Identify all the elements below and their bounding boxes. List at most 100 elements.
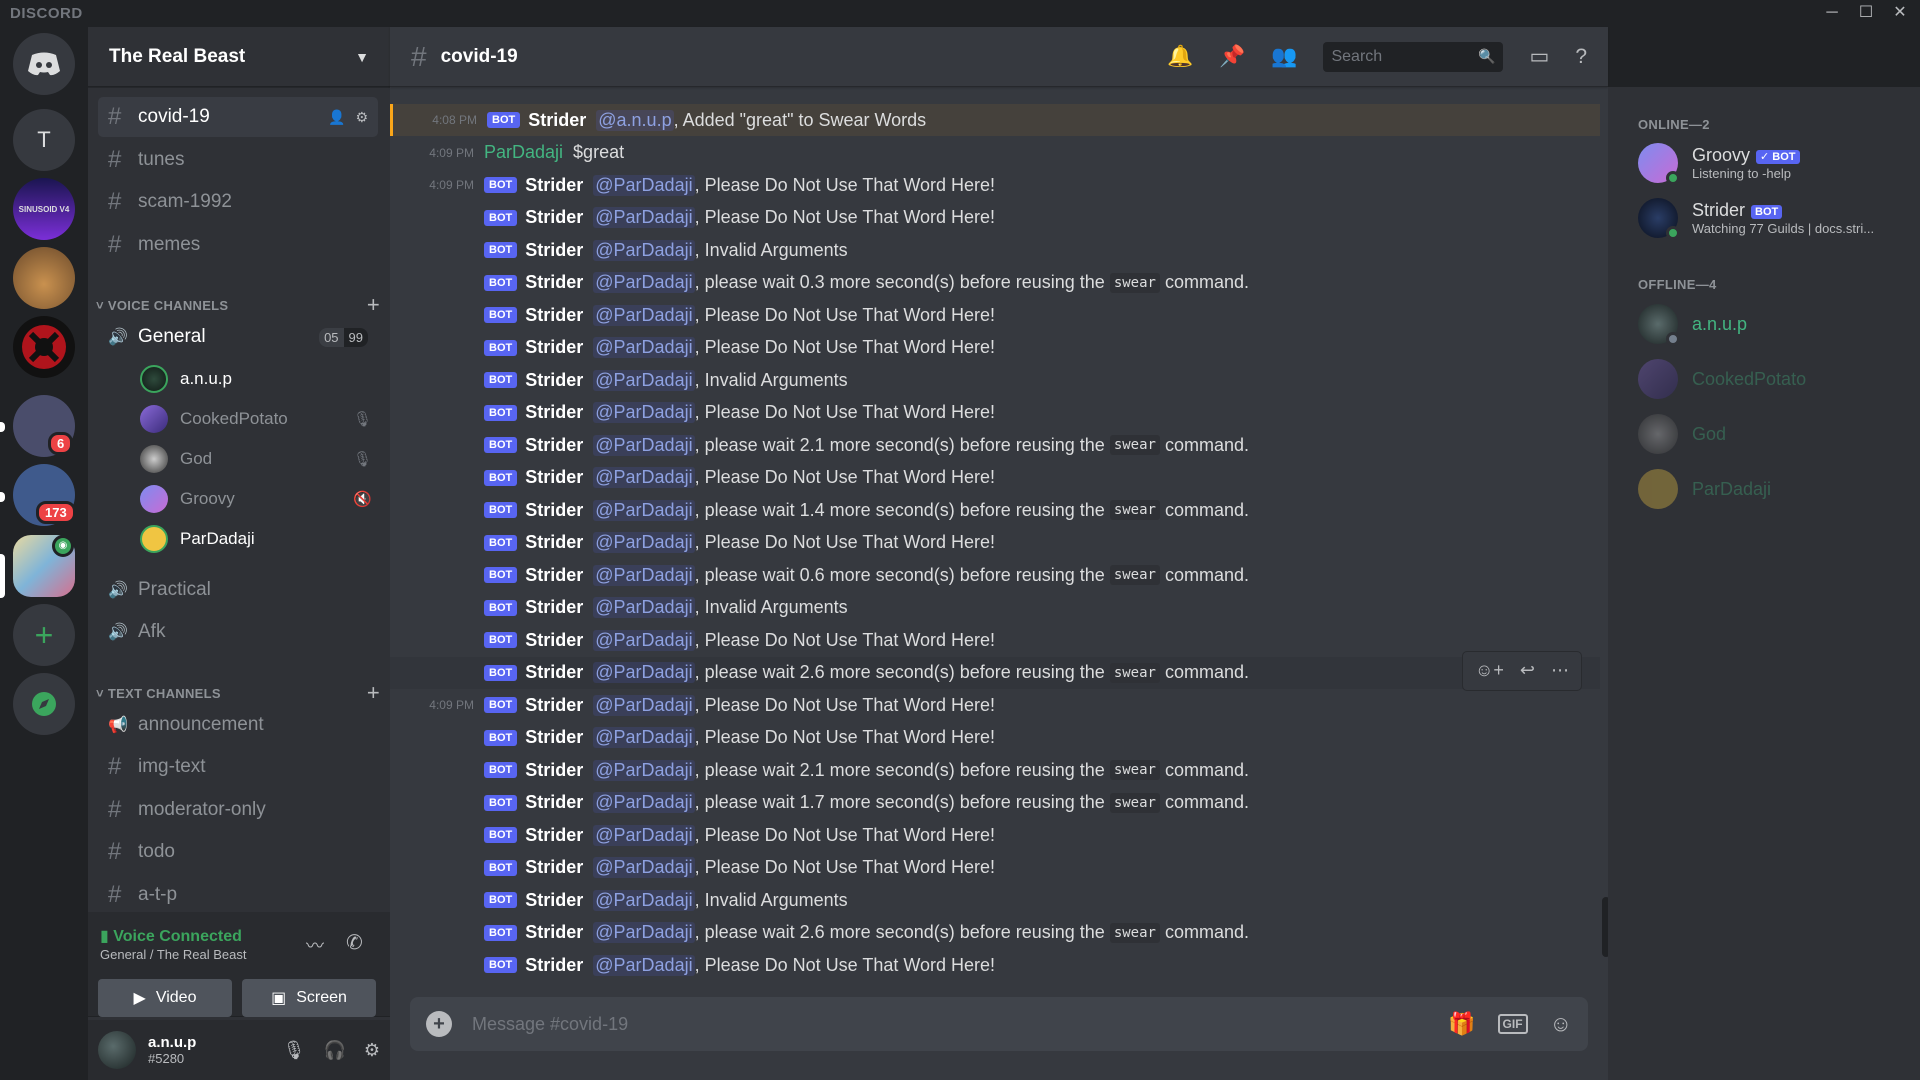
channel-img-text[interactable]: # img-text <box>98 747 378 787</box>
message-author[interactable]: Strider <box>525 370 583 391</box>
message-row[interactable]: BOT Strider @ParDadaji, Please Do Not Use … <box>390 949 1600 981</box>
voice-user[interactable]: Groovy 🔇 <box>140 482 380 516</box>
text-channels-category[interactable]: ˅ TEXT CHANNELS + <box>96 680 386 706</box>
message-row[interactable]: 4:09 PM BOT Strider @ParDadaji, Please Do N… <box>390 169 1600 201</box>
user-mention[interactable]: @ParDadaji <box>593 857 695 878</box>
message-row[interactable]: BOT Strider @ParDadaji, Please Do Not Use … <box>390 202 1600 234</box>
video-button[interactable]: ▶ Video <box>98 979 232 1017</box>
message-row[interactable]: 4:08 PM BOT Strider @a.n.u.p, Added "great"… <box>390 104 1600 136</box>
channel-memes[interactable]: # memes <box>98 225 378 265</box>
user-mention[interactable]: @ParDadaji <box>593 207 695 228</box>
message-author[interactable]: Strider <box>525 825 583 846</box>
message-author[interactable]: Strider <box>525 467 583 488</box>
message-row[interactable]: BOT Strider @ParDadaji, please wait 2.1 mo… <box>390 754 1600 786</box>
message-row[interactable]: BOT Strider @ParDadaji, Please Do Not Use … <box>390 819 1600 851</box>
channel-announcement[interactable]: 📢 announcement <box>98 705 378 745</box>
message-author[interactable]: Strider <box>525 695 583 716</box>
message-row[interactable]: BOT Strider @ParDadaji, Please Do Not Use … <box>390 332 1600 364</box>
voice-user[interactable]: ParDadaji <box>140 522 380 556</box>
upload-plus-icon[interactable]: + <box>426 1011 452 1037</box>
user-mention[interactable]: @ParDadaji <box>593 629 695 651</box>
voice-user[interactable]: God 🎙 <box>140 442 380 476</box>
user-mention[interactable]: @ParDadaji <box>593 467 695 488</box>
disconnect-icon[interactable]: ✆ <box>346 930 363 955</box>
noise-suppression-icon[interactable]: 〰 <box>306 932 324 958</box>
message-author[interactable]: Strider <box>525 597 583 618</box>
message-row[interactable]: BOT Strider @ParDadaji, please wait 0.3 mo… <box>390 267 1600 299</box>
minimize-icon[interactable]: ─ <box>1820 2 1844 24</box>
message-row[interactable]: BOT Strider @ParDadaji, please wait 2.6 mo… <box>390 917 1600 949</box>
message-row[interactable]: BOT Strider @ParDadaji, please wait 2.6 mo… <box>390 650 1600 691</box>
user-mention[interactable]: @a.n.u.p <box>596 109 674 131</box>
message-input[interactable] <box>472 1013 1449 1035</box>
channel-a-t-p[interactable]: # a-t-p <box>98 875 378 915</box>
add-server-icon[interactable]: + <box>13 604 75 666</box>
user-mention[interactable]: @ParDadaji <box>593 499 695 521</box>
member-groovy[interactable]: Groovy ✓ BOT Listening to -help <box>1638 139 1908 187</box>
add-reaction-icon[interactable]: ☺+ <box>1475 660 1504 681</box>
user-mention[interactable]: @ParDadaji <box>593 824 695 846</box>
message-author[interactable]: Strider <box>525 662 583 683</box>
voice-user[interactable]: a.n.u.p <box>140 362 380 396</box>
gift-icon[interactable]: 🎁 <box>1448 1011 1475 1037</box>
user-mention[interactable]: @ParDadaji <box>593 239 695 261</box>
emoji-icon[interactable]: ☺ <box>1550 1011 1572 1037</box>
voice-channel-general[interactable]: 🔊 General 05 99 <box>98 317 378 357</box>
user-mention[interactable]: @ParDadaji <box>593 564 695 586</box>
message-author[interactable]: Strider <box>525 337 583 358</box>
message-author[interactable]: Strider <box>525 240 583 261</box>
channel-scam-1992[interactable]: # scam-1992 <box>98 182 378 222</box>
message-row[interactable]: BOT Strider @ParDadaji, please wait 1.4 mo… <box>390 494 1600 526</box>
message-author[interactable]: Strider <box>525 305 583 326</box>
settings-gear-icon[interactable]: ⚙ <box>355 109 368 126</box>
user-mention[interactable]: @ParDadaji <box>593 922 695 943</box>
help-icon[interactable]: ? <box>1575 45 1587 69</box>
close-icon[interactable]: ✕ <box>1888 2 1912 24</box>
server-sinusoid-icon[interactable]: SINUSOID V4 <box>13 178 75 240</box>
user-mention[interactable]: @ParDadaji <box>593 174 695 196</box>
user-mention[interactable]: @ParDadaji <box>593 304 695 326</box>
maximize-icon[interactable]: ☐ <box>1854 2 1878 24</box>
message-row[interactable]: BOT Strider @ParDadaji, please wait 0.6 mo… <box>390 559 1600 591</box>
message-author[interactable]: Strider <box>525 175 583 196</box>
user-mention[interactable]: @ParDadaji <box>593 889 695 911</box>
channel-todo[interactable]: # todo <box>98 832 378 872</box>
more-options-icon[interactable]: ⋯ <box>1551 660 1569 681</box>
user-mention[interactable]: @ParDadaji <box>593 337 695 358</box>
message-author[interactable]: Strider <box>525 955 583 976</box>
message-row[interactable]: BOT Strider @ParDadaji, Please Do Not Use … <box>390 462 1600 494</box>
message-author[interactable]: Strider <box>525 435 583 456</box>
message-author[interactable]: Strider <box>525 272 583 293</box>
voice-channel-practical[interactable]: 🔊 Practical <box>98 570 378 610</box>
channel-moderator-only[interactable]: # moderator-only <box>98 790 378 830</box>
message-row[interactable]: 4:09 PM ParDadaji $great <box>390 137 1600 169</box>
user-mention[interactable]: @ParDadaji <box>593 694 695 716</box>
user-mention[interactable]: @ParDadaji <box>593 954 695 976</box>
pin-icon[interactable]: 📌 <box>1219 45 1245 69</box>
message-author[interactable]: Strider <box>525 500 583 521</box>
headphones-icon[interactable]: 🎧 <box>323 1040 345 1061</box>
inbox-icon[interactable]: ▭ <box>1529 44 1549 69</box>
user-mention[interactable]: @ParDadaji <box>593 434 695 456</box>
channel-tunes[interactable]: # tunes <box>98 140 378 180</box>
screen-share-button[interactable]: ▣ Screen <box>242 979 376 1017</box>
user-mention[interactable]: @ParDadaji <box>593 662 695 683</box>
message-row[interactable]: BOT Strider @ParDadaji, Please Do Not Use … <box>390 852 1600 884</box>
server-dog-icon[interactable] <box>13 247 75 309</box>
message-row[interactable]: BOT Strider @ParDadaji, Please Do Not Use … <box>390 624 1600 656</box>
message-author[interactable]: ParDadaji <box>484 142 563 163</box>
microphone-icon[interactable]: 🎙 <box>283 1040 306 1061</box>
message-author[interactable]: Strider <box>525 565 583 586</box>
message-row[interactable]: BOT Strider @ParDadaji, Invalid Arguments <box>390 884 1600 916</box>
message-author[interactable]: Strider <box>525 402 583 423</box>
member-cookedpotato[interactable]: CookedPotato <box>1638 355 1908 403</box>
message-author[interactable]: Strider <box>528 110 586 131</box>
voice-connected-label[interactable]: ▮ Voice Connected <box>100 926 242 946</box>
voice-channels-category[interactable]: ˅ VOICE CHANNELS + <box>96 292 386 318</box>
user-mention[interactable]: @ParDadaji <box>593 597 695 618</box>
message-author[interactable]: Strider <box>525 792 583 813</box>
voice-channel-afk[interactable]: 🔊 Afk <box>98 612 378 652</box>
add-channel-icon[interactable]: + <box>367 680 380 706</box>
message-author[interactable]: Strider <box>525 727 583 748</box>
user-mention[interactable]: @ParDadaji <box>593 792 695 813</box>
